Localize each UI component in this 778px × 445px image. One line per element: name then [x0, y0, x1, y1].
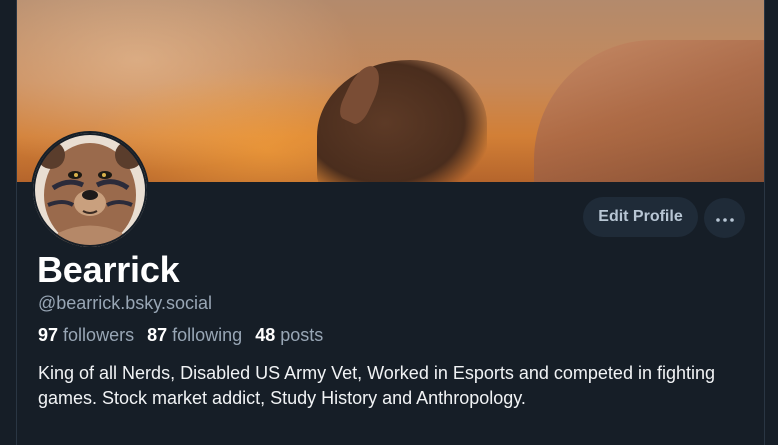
following-link[interactable]: 87 following [147, 325, 242, 345]
posts-stat: 48 posts [255, 325, 323, 345]
followers-link[interactable]: 97 followers [38, 325, 134, 345]
posts-count: 48 [255, 325, 276, 345]
profile-card: Edit Profile Bearrick @bearrick.bsky.soc… [16, 0, 765, 445]
edit-profile-label: Edit Profile [598, 208, 683, 225]
avatar[interactable] [31, 131, 149, 249]
user-handle: @bearrick.bsky.social [38, 293, 212, 313]
followers-count: 97 [38, 325, 59, 345]
followers-label: followers [63, 325, 135, 345]
ellipsis-icon [715, 209, 734, 227]
edit-profile-button[interactable]: Edit Profile [583, 197, 698, 237]
posts-label: posts [280, 325, 324, 345]
profile-bio: King of all Nerds, Disabled US Army Vet,… [38, 363, 716, 408]
following-label: following [172, 325, 243, 345]
more-options-button[interactable] [704, 198, 745, 238]
profile-stats: 97 followers 87 following 48 posts [38, 325, 331, 346]
banner-cliff [534, 40, 764, 182]
following-count: 87 [147, 325, 168, 345]
banner-creature [317, 60, 487, 182]
display-name: Bearrick [37, 249, 180, 290]
